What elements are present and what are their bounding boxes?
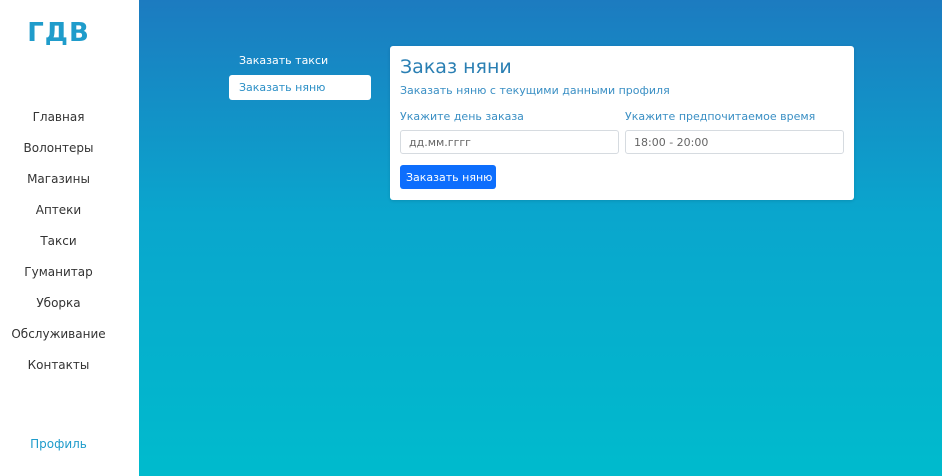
nav-item-cleaning[interactable]: Уборка [0, 288, 117, 319]
card-subtitle: Заказать няню с текущими данными профиля [400, 84, 670, 97]
nanny-order-card: Заказ няни Заказать няню с текущими данн… [390, 46, 854, 200]
nav-item-shops[interactable]: Магазины [0, 164, 117, 195]
submenu: Заказать такси Заказать няню [229, 48, 371, 100]
sidebar: ГДВ Главная Волонтеры Магазины Аптеки Та… [0, 0, 139, 476]
submenu-item-order-nanny[interactable]: Заказать няню [229, 75, 371, 100]
nav-item-pharmacies[interactable]: Аптеки [0, 195, 117, 226]
main-content: Заказать такси Заказать няню Заказ няни … [139, 0, 942, 476]
time-label: Укажите предпочитаемое время [625, 110, 816, 123]
nav-item-volunteers[interactable]: Волонтеры [0, 133, 117, 164]
date-label: Укажите день заказа [400, 110, 524, 123]
nav-item-humanitarian[interactable]: Гуманитар [0, 257, 117, 288]
nav-item-contacts[interactable]: Контакты [0, 350, 117, 381]
submenu-item-order-taxi[interactable]: Заказать такси [229, 48, 371, 73]
nav-item-service[interactable]: Обслуживание [0, 319, 117, 350]
nav-item-taxi[interactable]: Такси [0, 226, 117, 257]
card-title: Заказ няни [400, 56, 512, 78]
page: ГДВ Главная Волонтеры Магазины Аптеки Та… [0, 0, 942, 476]
order-nanny-button[interactable]: Заказать няню [400, 165, 496, 189]
logo[interactable]: ГДВ [0, 18, 117, 48]
date-input[interactable] [400, 130, 619, 154]
main-nav: Главная Волонтеры Магазины Аптеки Такси … [0, 102, 117, 381]
nav-item-home[interactable]: Главная [0, 102, 117, 133]
time-input[interactable] [625, 130, 844, 154]
profile-link[interactable]: Профиль [0, 437, 117, 451]
